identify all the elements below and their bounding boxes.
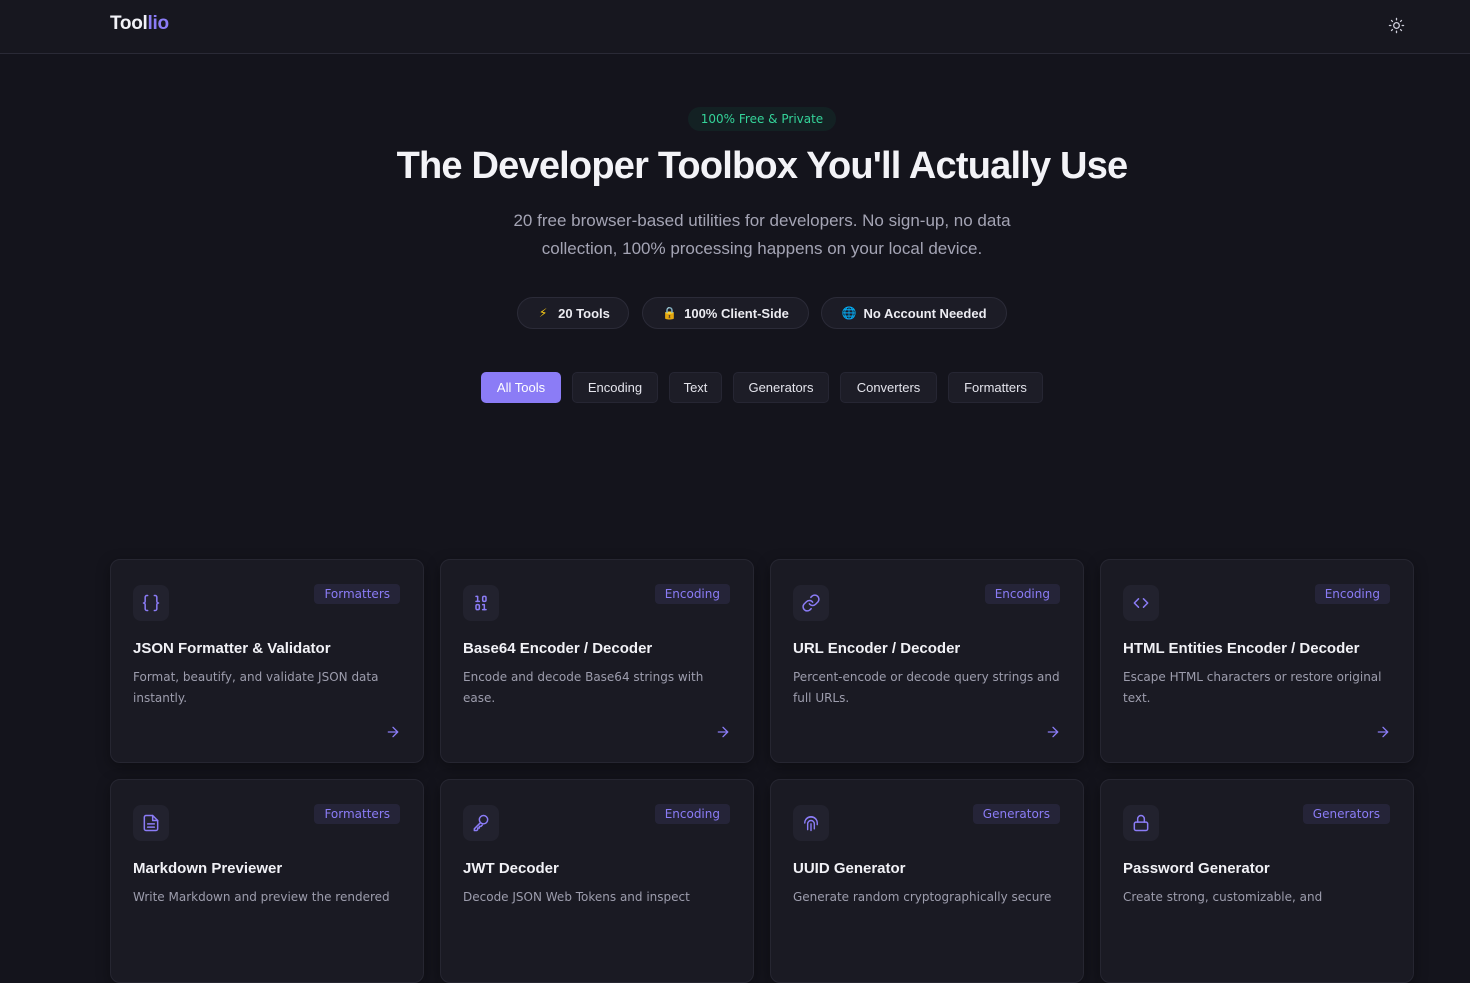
filter-converters[interactable]: Converters: [840, 372, 937, 403]
stat-pill-no-account: 🌐 No Account Needed: [821, 297, 1007, 329]
tool-title: URL Encoder / Decoder: [793, 640, 961, 657]
hero-subtitle: 20 free browser-based utilities for deve…: [513, 211, 1011, 258]
lightning-icon: ⚡: [538, 306, 548, 320]
sun-icon: [1388, 17, 1404, 33]
category-tag: Generators: [1302, 804, 1390, 824]
tool-title: Base64 Encoder / Decoder: [463, 640, 653, 657]
logo-accent: lio: [147, 13, 170, 34]
top-nav-bar: Toollio: [0, 0, 1470, 54]
tool-description: Percent-encode or decode query strings a…: [793, 670, 1060, 705]
arrow-right-icon: [1377, 726, 1389, 738]
tool-title: HTML Entities Encoder / Decoder: [1123, 640, 1360, 657]
lock-icon: 🔒: [662, 306, 678, 320]
arrow-right-icon: [387, 726, 399, 738]
tool-card-url-encoder[interactable]: Encoding URL Encoder / Decoder Percent-e…: [770, 559, 1084, 763]
hero-badge: 100% Free & Private: [688, 107, 836, 131]
arrow-right-icon: [1047, 726, 1059, 738]
tool-description: Encode and decode Base64 strings with ea…: [463, 670, 704, 705]
tool-card-password-generator[interactable]: Generators Password Generator Create str…: [1100, 779, 1414, 983]
tool-title: UUID Generator: [793, 860, 906, 877]
category-tag: Generators: [972, 804, 1060, 824]
tool-card-html-entities[interactable]: Encoding HTML Entities Encoder / Decoder…: [1100, 559, 1414, 763]
page-title: The Developer Toolbox You'll Actually Us…: [396, 145, 1129, 187]
tool-title: JSON Formatter & Validator: [133, 640, 331, 657]
category-filter-bar: All Tools Encoding Text Generators Conve…: [0, 372, 1470, 403]
stat-pill-tools: ⚡ 20 Tools: [517, 297, 629, 329]
category-tag: Formatters: [314, 584, 400, 604]
category-tag: Formatters: [314, 804, 400, 824]
stat-label: 100% Client-Side: [684, 305, 789, 321]
fingerprint-icon: [793, 805, 829, 841]
stat-pill-client-side: 🔒 100% Client-Side: [642, 297, 809, 329]
braces-icon: [133, 585, 169, 621]
tool-card-uuid-generator[interactable]: Generators UUID Generator Generate rando…: [770, 779, 1084, 983]
category-tag: Encoding: [984, 584, 1060, 604]
tool-description: Format, beautify, and validate JSON data…: [133, 670, 379, 705]
tool-title: Markdown Previewer: [133, 860, 283, 877]
logo-main: Tool: [110, 13, 148, 34]
filter-generators[interactable]: Generators: [733, 372, 829, 403]
category-tag: Encoding: [1314, 584, 1390, 604]
globe-icon: 🌐: [841, 306, 857, 320]
key-icon: [463, 805, 499, 841]
filter-encoding[interactable]: Encoding: [572, 372, 658, 403]
logo[interactable]: Toollio: [110, 13, 169, 35]
tool-card-json-formatter[interactable]: Formatters JSON Formatter & Validator Fo…: [110, 559, 424, 763]
category-tag: Encoding: [654, 804, 730, 824]
code-icon: [1123, 585, 1159, 621]
tool-card-jwt-decoder[interactable]: Encoding JWT Decoder Decode JSON Web Tok…: [440, 779, 754, 983]
stat-label: 20 Tools: [558, 305, 610, 321]
filter-all-tools[interactable]: All Tools: [481, 372, 561, 403]
file-text-icon: [133, 805, 169, 841]
tool-card-base64[interactable]: Encoding Base64 Encoder / Decoder Encode…: [440, 559, 754, 763]
stats-pills: ⚡ 20 Tools 🔒 100% Client-Side 🌐 No Accou…: [0, 297, 1470, 329]
category-tag: Encoding: [654, 584, 730, 604]
theme-toggle-button[interactable]: [1383, 12, 1409, 38]
arrow-right-icon: [717, 726, 729, 738]
stat-label: No Account Needed: [863, 305, 987, 321]
tool-title: JWT Decoder: [463, 860, 559, 877]
link-icon: [793, 585, 829, 621]
padlock-icon: [1123, 805, 1159, 841]
binary-icon: [463, 585, 499, 621]
filter-formatters[interactable]: Formatters: [948, 372, 1043, 403]
filter-text[interactable]: Text: [669, 372, 722, 403]
tool-description: Escape HTML characters or restore origin…: [1123, 670, 1382, 705]
tool-card-markdown-previewer[interactable]: Formatters Markdown Previewer Write Mark…: [110, 779, 424, 983]
tool-title: Password Generator: [1123, 860, 1270, 877]
